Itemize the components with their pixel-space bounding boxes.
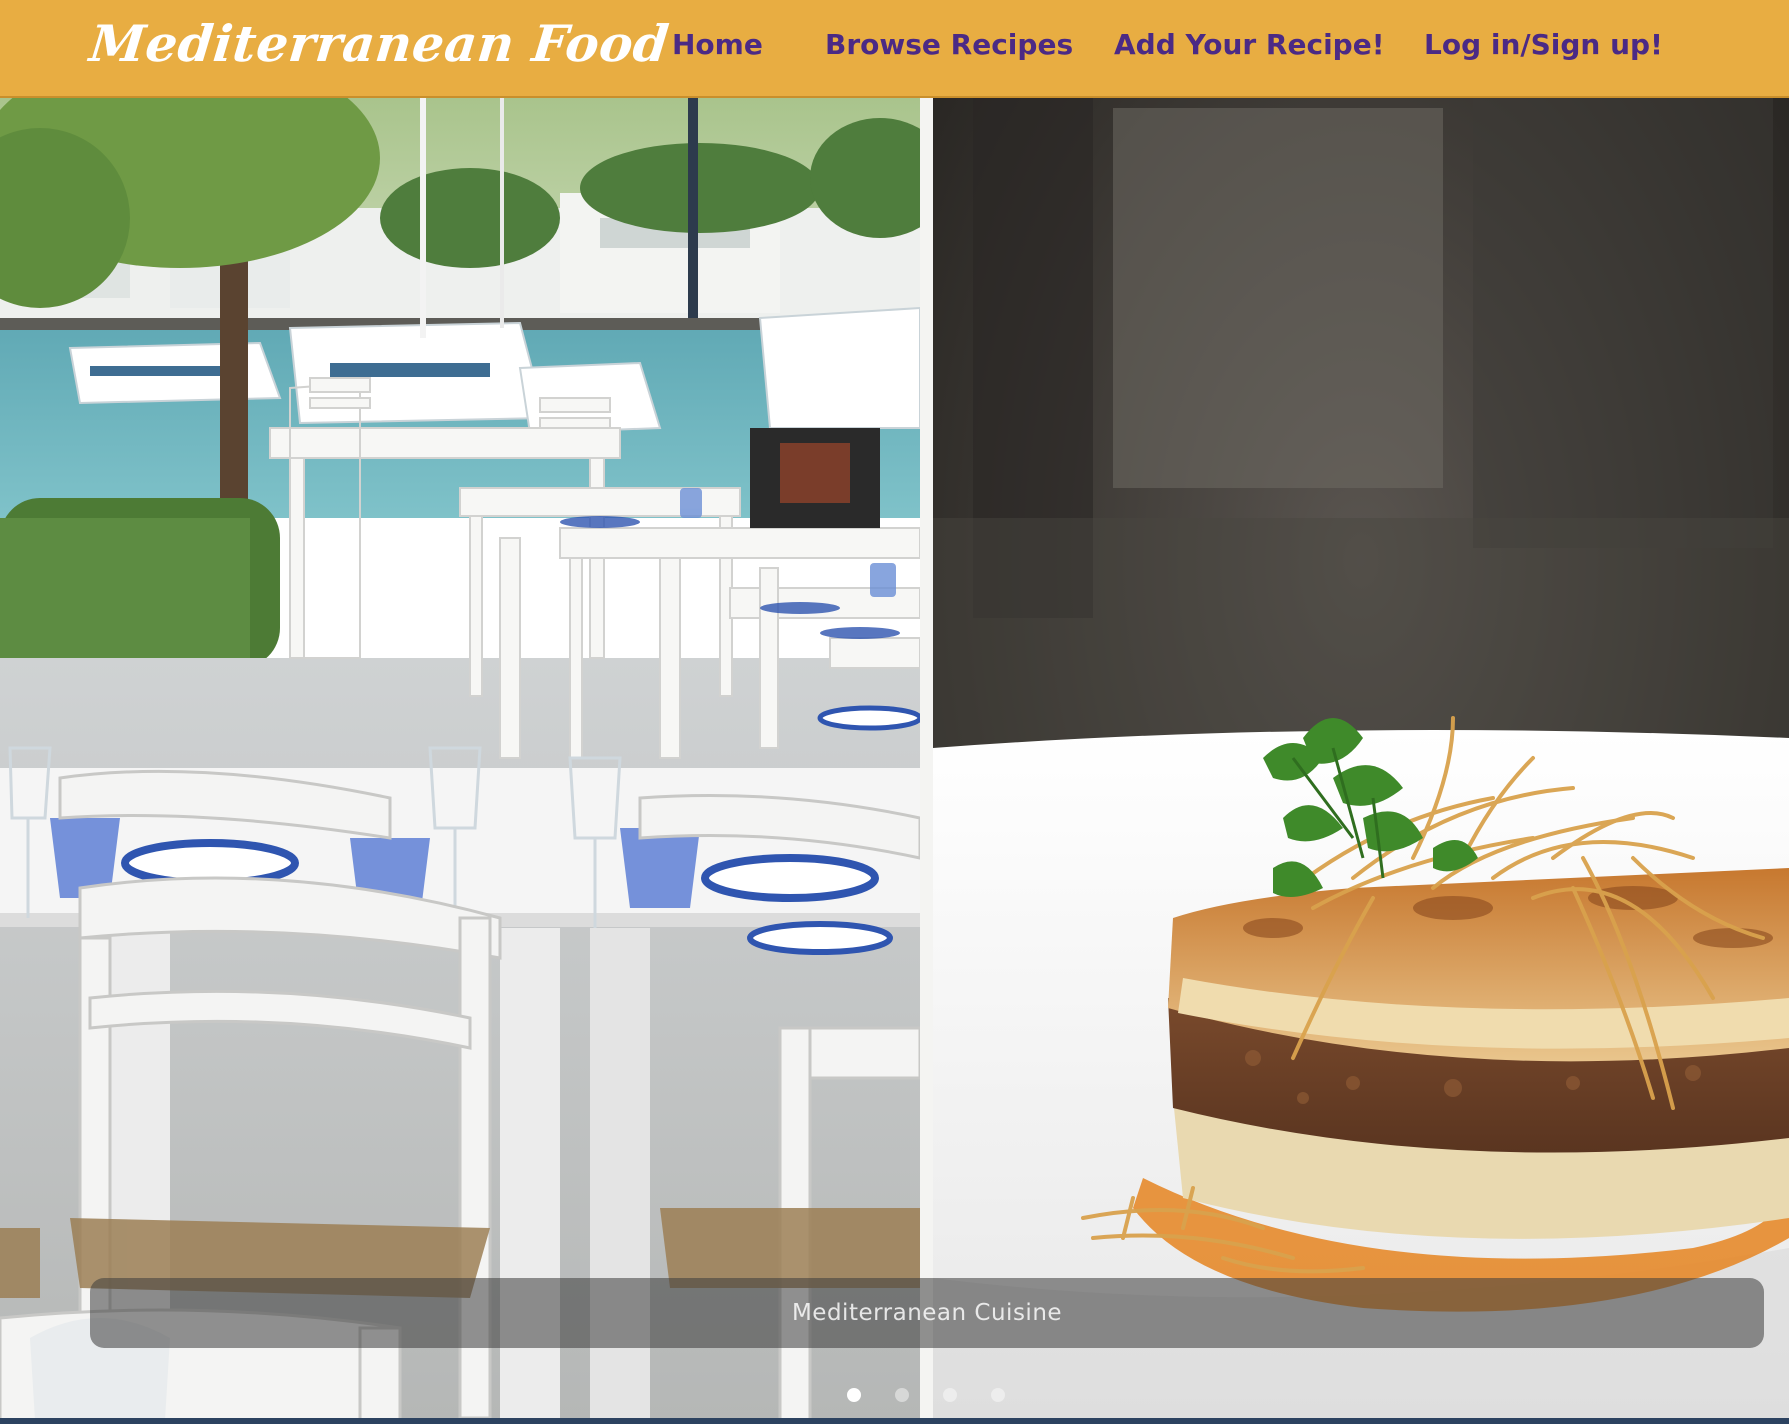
carousel-caption-text: Mediterranean Cuisine	[791, 1300, 1063, 1326]
carousel-indicator-1[interactable]	[847, 1388, 861, 1402]
carousel-indicator-2[interactable]	[895, 1388, 909, 1402]
hero-carousel[interactable]: Mediterranean Cuisine	[0, 98, 1789, 1420]
moussaka-dish-photo	[933, 98, 1789, 1420]
top-navbar: Mediterranean Food Home Browse Recipes A…	[0, 0, 1789, 98]
carousel-indicator-3[interactable]	[943, 1388, 957, 1402]
carousel-indicator-4[interactable]	[991, 1388, 1005, 1402]
bottom-edge	[0, 1418, 1789, 1424]
nav-link-login-signup[interactable]: Log in/Sign up!	[1424, 28, 1663, 61]
nav-link-add-recipe[interactable]: Add Your Recipe!	[1114, 28, 1384, 61]
nav-link-home[interactable]: Home	[672, 28, 763, 61]
panel-divider	[920, 98, 933, 1420]
nav-links: Home Browse Recipes Add Your Recipe! Log…	[0, 0, 1789, 98]
carousel-caption: Mediterranean Cuisine	[90, 1278, 1764, 1348]
harbor-restaurant-terrace-photo	[0, 98, 920, 1420]
carousel-indicators	[0, 1388, 1789, 1408]
nav-link-browse-recipes[interactable]: Browse Recipes	[825, 28, 1073, 61]
